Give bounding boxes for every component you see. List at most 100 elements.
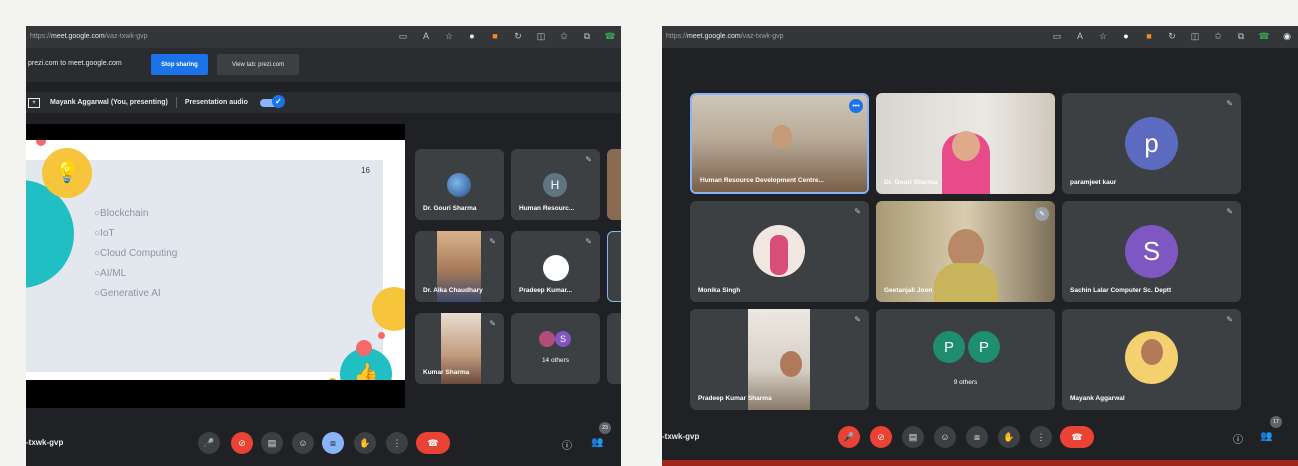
camera-off-icon[interactable]: ⊘ bbox=[231, 432, 253, 454]
leave-call-button[interactable]: ☎ bbox=[1060, 426, 1094, 448]
participant-tile[interactable]: ✎ Dr. Alka Chaudhary bbox=[415, 231, 504, 302]
meet-window-presenting: https://meet.google.com/vaz-txwk-gvp ▭ A… bbox=[26, 26, 621, 466]
collections-icon[interactable]: ⧉ bbox=[1234, 29, 1248, 43]
leave-call-button[interactable]: ☎ bbox=[416, 432, 450, 454]
participant-face bbox=[780, 351, 802, 377]
people-icon[interactable]: 👥 bbox=[1260, 431, 1272, 442]
view-tab-button[interactable]: View tab: prezi.com bbox=[217, 54, 299, 75]
emoji-icon[interactable]: ☺ bbox=[934, 426, 956, 448]
extension-icon[interactable]: ● bbox=[1119, 29, 1133, 43]
participant-tile[interactable]: Dr. Gouri Sharma bbox=[415, 149, 504, 220]
sharing-infobar: prezi.com to meet.google.com Stop sharin… bbox=[26, 48, 621, 82]
avatar: P bbox=[968, 331, 1000, 363]
bullet-list: ○Blockchain ○IoT ○Cloud Computing ○AI/ML… bbox=[94, 204, 177, 304]
participant-tile[interactable] bbox=[607, 313, 621, 384]
refresh-icon[interactable]: ↻ bbox=[511, 29, 525, 43]
people-icon[interactable]: 👥 bbox=[591, 437, 603, 448]
address-bar[interactable]: https://meet.google.com/vaz-txwk-gvp ▭ A… bbox=[26, 26, 621, 48]
more-options-icon[interactable]: ⋮ bbox=[1030, 426, 1052, 448]
star-icon[interactable]: ☆ bbox=[442, 29, 456, 43]
participant-tile[interactable] bbox=[607, 149, 621, 220]
address-bar[interactable]: https://meet.google.com/vaz-txwk-gvp ▭ A… bbox=[662, 26, 1298, 48]
participant-name: Human Resource Development Centre... bbox=[700, 177, 824, 184]
favorites-icon[interactable]: ✩ bbox=[557, 29, 571, 43]
participant-tile[interactable]: Dr. Gouri Sharma bbox=[876, 93, 1055, 194]
raise-hand-icon[interactable]: ✋ bbox=[354, 432, 376, 454]
screen-icon[interactable]: ▭ bbox=[1050, 29, 1064, 43]
refresh-icon[interactable]: ↻ bbox=[1165, 29, 1179, 43]
bullet-item: ○Cloud Computing bbox=[94, 248, 178, 259]
participant-tile[interactable]: P P 9 others bbox=[876, 309, 1055, 410]
read-aloud-icon[interactable]: A bbox=[1073, 29, 1087, 43]
browser-toolbar-icons: ▭ A ☆ ● ■ ↻ ◫ ✩ ⧉ ☎ bbox=[396, 29, 617, 43]
extension-icon[interactable]: ☎ bbox=[1257, 29, 1271, 43]
more-options-icon[interactable]: ••• bbox=[849, 99, 863, 113]
participant-tile[interactable]: ✎ Pradeep Kumar Sharma bbox=[690, 309, 869, 410]
camera-off-icon[interactable]: ⊘ bbox=[870, 426, 892, 448]
present-icon[interactable]: ⧈ bbox=[322, 432, 344, 454]
bullet-item: ○AI/ML bbox=[94, 268, 127, 279]
split-icon[interactable]: ◫ bbox=[534, 29, 548, 43]
participant-tile[interactable]: ✎ Pradeep Kumar... bbox=[511, 231, 600, 302]
star-icon[interactable]: ☆ bbox=[1096, 29, 1110, 43]
participant-tile-active[interactable]: ••• Human Resource Development Centre... bbox=[690, 93, 869, 194]
participant-name: Human Resourc... bbox=[519, 205, 575, 212]
taskbar-strip bbox=[662, 460, 1298, 466]
url-path: /vaz-txwk-gvp bbox=[104, 33, 148, 40]
profile-icon[interactable]: ◉ bbox=[1280, 29, 1294, 43]
mic-icon[interactable]: 🎤 bbox=[198, 432, 220, 454]
raise-hand-icon[interactable]: ✋ bbox=[998, 426, 1020, 448]
participant-tile[interactable]: ✎ H Human Resourc... bbox=[511, 149, 600, 220]
participant-name: Sachin Lalar Computer Sc. Deptt bbox=[1070, 287, 1172, 294]
participant-figure bbox=[934, 263, 998, 302]
participant-tile[interactable]: ✎ Kumar Sharma bbox=[415, 313, 504, 384]
participant-name: Geetanjali Joon bbox=[884, 287, 933, 294]
info-icon[interactable]: ⓘ bbox=[562, 437, 572, 452]
extension-icon[interactable]: ● bbox=[465, 29, 479, 43]
slide: 💡 16 ○Blockchain ○IoT ○Cloud Computing ○… bbox=[26, 140, 405, 380]
avatar bbox=[543, 255, 569, 281]
screen-icon[interactable]: ▭ bbox=[396, 29, 410, 43]
meeting-controls: -txwk-gvp 🎤 ⊘ ▤ ☺ ⧈ ✋ ⋮ ☎ ⓘ 👥 23 bbox=[26, 422, 621, 466]
read-aloud-icon[interactable]: A bbox=[419, 29, 433, 43]
stop-sharing-button[interactable]: Stop sharing bbox=[151, 54, 208, 75]
captions-icon[interactable]: ▤ bbox=[261, 432, 283, 454]
extension-icon[interactable]: ☎ bbox=[603, 29, 617, 43]
muted-mic-icon: ✎ bbox=[489, 237, 496, 246]
participant-tile[interactable]: ✎ Monika Singh bbox=[690, 201, 869, 302]
avatar-figure bbox=[770, 235, 788, 275]
mic-off-icon[interactable]: 🎤 bbox=[838, 426, 860, 448]
avatar: p bbox=[1125, 117, 1178, 170]
collections-icon[interactable]: ⧉ bbox=[580, 29, 594, 43]
presentation-frame: 💡 16 ○Blockchain ○IoT ○Cloud Computing ○… bbox=[26, 124, 405, 408]
participant-name: Dr. Gouri Sharma bbox=[884, 179, 938, 186]
split-icon[interactable]: ◫ bbox=[1188, 29, 1202, 43]
extension-icon[interactable]: ■ bbox=[1142, 29, 1156, 43]
participant-tile[interactable]: ✎ p paramjeet kaur bbox=[1062, 93, 1241, 194]
participant-tile[interactable] bbox=[607, 231, 621, 302]
participant-name: Pradeep Kumar Sharma bbox=[698, 395, 772, 402]
presenting-bar: + Mayank Aggarwal (You, presenting) Pres… bbox=[26, 92, 621, 113]
presentation-audio-toggle[interactable] bbox=[259, 94, 285, 108]
info-icon[interactable]: ⓘ bbox=[1233, 431, 1243, 446]
participant-tile[interactable]: ✎ Mayank Aggarwal bbox=[1062, 309, 1241, 410]
more-options-icon[interactable]: ⋮ bbox=[386, 432, 408, 454]
present-icon[interactable]: ⧈ bbox=[966, 426, 988, 448]
bullet-item: ○Generative AI bbox=[94, 288, 161, 299]
participant-tile[interactable]: S 14 others bbox=[511, 313, 600, 384]
participant-tile[interactable]: ✎ S Sachin Lalar Computer Sc. Deptt bbox=[1062, 201, 1241, 302]
extension-icon[interactable]: ■ bbox=[488, 29, 502, 43]
favorites-icon[interactable]: ✩ bbox=[1211, 29, 1225, 43]
url-prefix: https:// bbox=[30, 33, 52, 40]
muted-mic-icon: ✎ bbox=[1035, 207, 1049, 221]
emoji-icon[interactable]: ☺ bbox=[292, 432, 314, 454]
url-path: /vaz-txwk-gvp bbox=[740, 33, 784, 40]
participant-name: Pradeep Kumar... bbox=[519, 287, 573, 294]
lightbulb-icon: 💡 bbox=[42, 148, 92, 198]
participant-tile[interactable]: ✎ Geetanjali Joon bbox=[876, 201, 1055, 302]
decor-dot bbox=[378, 332, 385, 339]
captions-icon[interactable]: ▤ bbox=[902, 426, 924, 448]
meeting-controls: -txwk-gvp 🎤 ⊘ ▤ ☺ ⧈ ✋ ⋮ ☎ ⓘ 👥 17 bbox=[662, 416, 1298, 460]
muted-mic-icon: ✎ bbox=[585, 155, 592, 164]
muted-mic-icon: ✎ bbox=[585, 237, 592, 246]
